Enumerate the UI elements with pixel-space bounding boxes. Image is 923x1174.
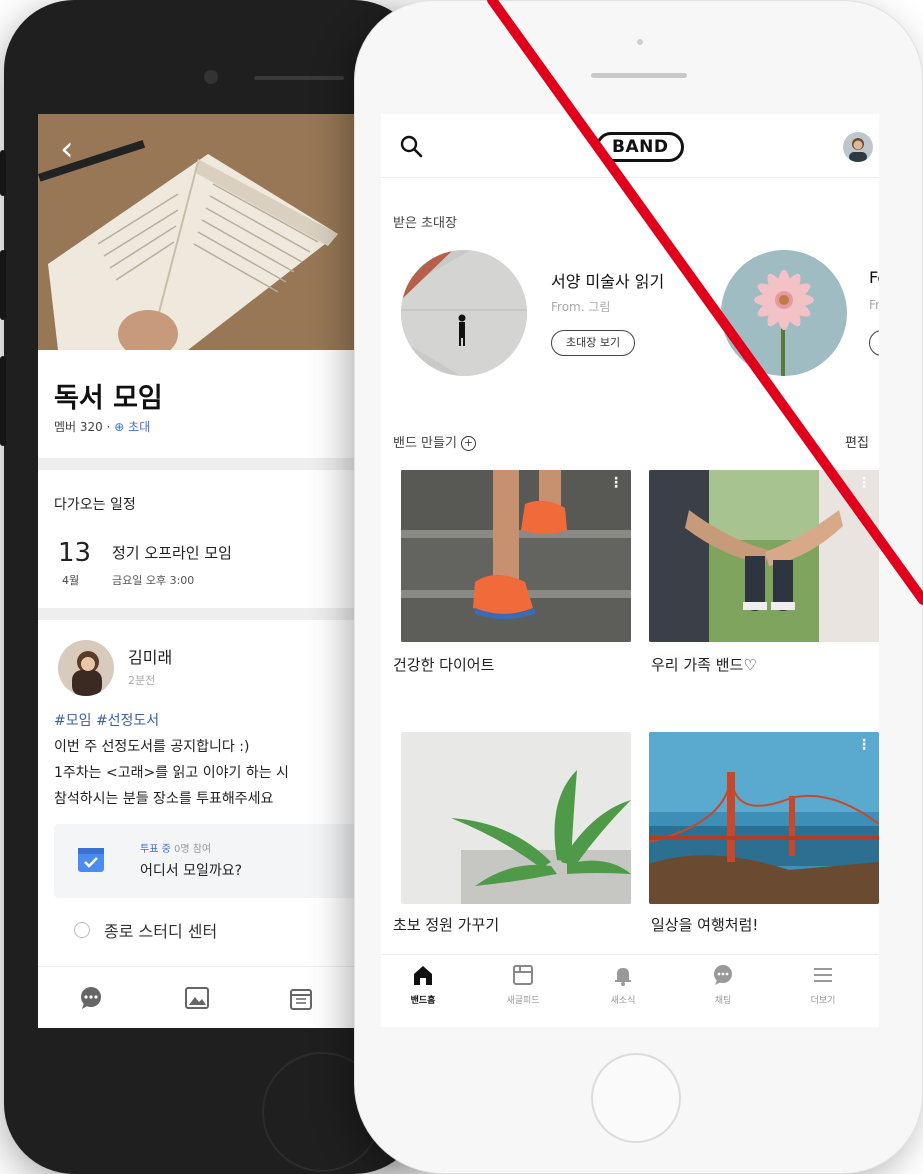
invite-label: 초대 (128, 420, 151, 434)
post-tags[interactable]: #모임 #선정도서 (54, 710, 159, 730)
tab-label: 새소식 (610, 996, 636, 1006)
vote-status: 투표 중 0명 참여 (140, 840, 211, 855)
tab-label: 밴드홈 (410, 996, 436, 1006)
event-month: 4월 (62, 574, 80, 587)
band-cover-image[interactable]: ⋮ (649, 470, 879, 642)
back-arrow-icon[interactable]: ‹ (60, 132, 74, 166)
ballot-box-icon (78, 848, 104, 872)
band-logo[interactable]: BAND (596, 132, 685, 162)
chat-icon[interactable] (78, 985, 104, 1011)
vote-box[interactable]: 투표 중 0명 참여 어디서 모일까요? (54, 824, 368, 898)
post-body-line: 이번 주 선정도서를 공지합니다 :) (54, 739, 250, 755)
front-phone-speaker (591, 73, 687, 78)
band-cover-image[interactable] (401, 732, 631, 904)
invitations-label: 받은 초대장 (393, 216, 457, 231)
member-count: 멤버 320 (54, 420, 103, 434)
event-time: 금요일 오후 3:00 (112, 574, 195, 587)
tab-band-home[interactable]: 밴드홈 (383, 963, 463, 1006)
view-invitation-button[interactable]: 초 (869, 330, 879, 356)
tab-new-feed[interactable]: 새글피드 (483, 963, 563, 1006)
tab-label: 새글피드 (506, 996, 540, 1006)
group-meta: 멤버 320 · ⊕ 초대 (54, 420, 151, 434)
band-home-screen: BAND 받은 초대장 서양 미술사 읽기 From. 그림 초대장 보기 F … (381, 114, 879, 1027)
tab-news[interactable]: 새소식 (583, 963, 663, 1006)
invitation-thumbnail[interactable] (721, 250, 847, 376)
more-vertical-icon[interactable]: ⋮ (857, 476, 871, 490)
front-phone-home-button[interactable] (591, 1053, 681, 1143)
tab-label: 채팅 (714, 996, 732, 1006)
tab-label: 더보기 (810, 996, 836, 1006)
volume-down-button (0, 356, 6, 446)
app-header: BAND (381, 114, 879, 178)
post-time: 2분전 (128, 674, 156, 687)
volume-up-button (0, 250, 6, 320)
vote-option-label[interactable]: 종로 스터디 센터 (104, 918, 217, 942)
create-band-label: 밴드 만들기 (393, 436, 457, 451)
menu-icon (814, 968, 832, 982)
author-name: 김미래 (128, 648, 173, 667)
post-body-line: 1주차는 <고래>를 읽고 이야기 하는 시 (54, 765, 289, 781)
bottom-tabbar: 밴드홈 새글피드 새소식 채팅 더보기 (381, 954, 879, 1027)
mute-switch (0, 150, 6, 196)
group-title: 독서 모임 (54, 383, 163, 414)
group-cover-image: ‹ (38, 114, 368, 350)
invitation-from: From. 그림 (551, 300, 611, 314)
event-day: 13 (58, 538, 92, 568)
home-icon (414, 966, 432, 985)
band-name[interactable]: 우리 가족 밴드♡ (651, 654, 757, 675)
bell-icon (615, 968, 631, 986)
author-avatar[interactable] (58, 640, 114, 696)
post-card[interactable]: 김미래 2분전 #모임 #선정도서 이번 주 선정도서를 공지합니다 :) 1주… (38, 620, 368, 966)
back-phone-camera (204, 70, 218, 84)
photo-icon[interactable] (184, 985, 210, 1011)
vote-count: 0명 참여 (173, 844, 212, 855)
vote-question: 어디서 모일까요? (140, 863, 243, 879)
back-screen: ‹ 독서 모임 멤버 320 · ⊕ 초대 다가오는 일정 13 4월 정기 오… (38, 114, 368, 1028)
more-vertical-icon[interactable]: ⋮ (857, 738, 871, 752)
band-name[interactable]: 일상을 여행처럼! (651, 914, 758, 935)
vote-option-radio[interactable] (74, 922, 90, 938)
post-body-line: 참석하시는 분들 장소를 투표해주세요 (54, 791, 274, 807)
front-phone-camera (637, 39, 643, 45)
chat-icon (714, 965, 732, 985)
invitation-title[interactable]: 서양 미술사 읽기 (551, 268, 664, 292)
band-name[interactable]: 건강한 다이어트 (393, 654, 494, 675)
edit-link[interactable]: 편집 (845, 432, 869, 451)
vote-status-label: 투표 중 (140, 844, 171, 855)
search-icon[interactable] (399, 134, 423, 158)
feed-icon (513, 965, 533, 985)
band-name[interactable]: 초보 정원 가꾸기 (393, 914, 499, 935)
create-band-link[interactable]: 밴드 만들기 + (393, 432, 476, 451)
invite-link[interactable]: ⊕ 초대 (114, 420, 150, 434)
plus-circle-icon: + (460, 436, 476, 451)
band-cover-image[interactable]: ⋮ (401, 470, 631, 642)
back-phone-speaker (254, 76, 344, 80)
tab-chat[interactable]: 채팅 (683, 963, 763, 1006)
band-cover-image[interactable]: ⋮ (649, 732, 879, 904)
plus-circle-icon: ⊕ (114, 420, 125, 434)
schedule-card[interactable]: 다가오는 일정 13 4월 정기 오프라인 모임 금요일 오후 3:00 (38, 470, 368, 608)
schedule-header: 다가오는 일정 (54, 497, 136, 513)
back-tabbar (38, 966, 368, 1028)
more-vertical-icon[interactable]: ⋮ (609, 476, 623, 490)
invitation-thumbnail[interactable] (401, 250, 527, 376)
view-invitation-button[interactable]: 초대장 보기 (551, 330, 636, 356)
event-title: 정기 오프라인 모임 (112, 544, 232, 562)
calendar-icon[interactable] (288, 985, 314, 1011)
invitation-title[interactable]: Fe (869, 268, 879, 287)
group-info-card: 독서 모임 멤버 320 · ⊕ 초대 (38, 350, 368, 458)
invitation-from: Fro (869, 298, 879, 312)
profile-avatar[interactable] (843, 132, 873, 162)
tab-more[interactable]: 더보기 (783, 963, 863, 1006)
